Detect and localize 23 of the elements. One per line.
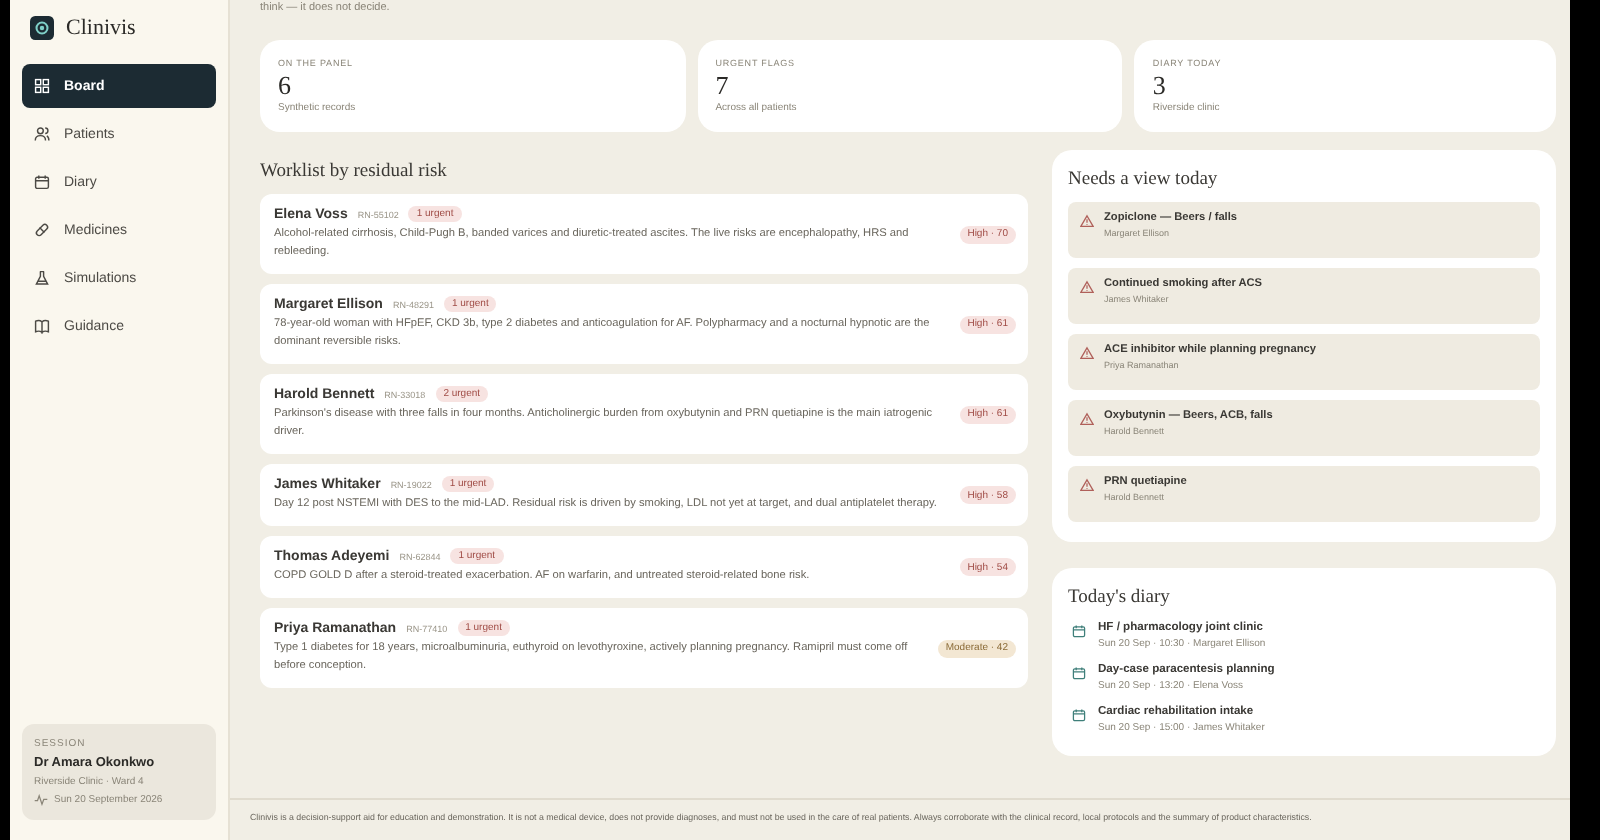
stat-value: 6 — [278, 72, 293, 98]
people-icon — [34, 126, 50, 142]
warning-icon — [1080, 214, 1094, 228]
logo-icon — [30, 16, 54, 40]
calendar-icon — [1072, 624, 1086, 638]
warning-icon — [1080, 280, 1094, 294]
flask-icon — [34, 270, 50, 286]
panel-title: Today's diary — [1068, 588, 1172, 608]
warning-icon — [1080, 346, 1094, 360]
calendar-icon — [1072, 708, 1086, 722]
warning-icon — [1080, 478, 1094, 492]
stat-value: 7 — [715, 72, 731, 98]
section-title: Worklist by residual risk — [260, 162, 449, 182]
panel-title: Needs a view today — [1068, 170, 1220, 190]
brand-name: Clinivis — [66, 16, 136, 40]
grid-icon — [34, 78, 50, 94]
calendar-icon — [34, 174, 50, 190]
calendar-icon — [1072, 666, 1086, 680]
book-icon — [34, 318, 50, 334]
pulse-icon — [34, 794, 48, 806]
pill-icon — [34, 222, 50, 238]
warning-icon — [1080, 412, 1094, 426]
stat-value: 3 — [1152, 72, 1168, 98]
